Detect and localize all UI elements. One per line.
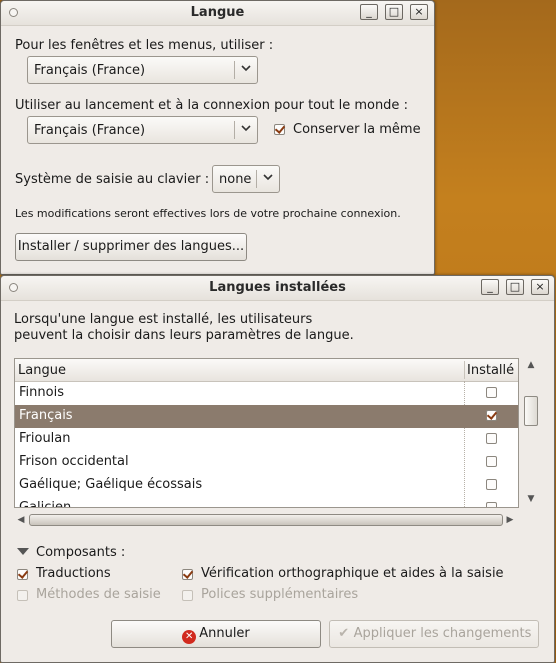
cancel-button-label: Annuler [199, 626, 250, 641]
expander-arrow-icon[interactable] [17, 548, 29, 555]
input-methods-label: Méthodes de saisie [36, 587, 161, 602]
column-header-installed[interactable]: Installé [467, 363, 514, 378]
components-expander-label[interactable]: Composants : [36, 545, 125, 560]
language-name: Frison occidental [19, 454, 129, 469]
chevron-down-icon [263, 174, 273, 181]
startup-language-combo[interactable]: Français (France) [27, 116, 258, 144]
menu-language-label: Pour les fenêtres et les menus, utiliser… [15, 38, 274, 53]
checkmark-icon: ✔ [338, 626, 350, 641]
language-name: Gaélique; Gaélique écossais [19, 477, 203, 492]
menu-language-combo[interactable]: Français (France) [27, 56, 258, 84]
table-row[interactable]: Français [15, 405, 518, 428]
vertical-scrollbar[interactable]: ▲ ▼ [523, 358, 540, 508]
input-methods-checkbox[interactable] [17, 590, 28, 601]
startup-language-label: Utiliser au lancement et à la connexion … [15, 98, 408, 113]
language-window-titlebar[interactable]: Langue _ □ × [1, 1, 434, 26]
language-name: Finnois [19, 385, 64, 400]
language-window: Langue _ □ × Pour les fenêtres et les me… [0, 0, 435, 275]
table-row[interactable]: Frioulan [15, 428, 518, 451]
translations-label[interactable]: Traductions [36, 566, 111, 581]
installed-checkbox[interactable] [486, 502, 497, 507]
vertical-scroll-thumb[interactable] [524, 396, 538, 426]
apply-changes-button[interactable]: ✔ Appliquer les changements [329, 620, 539, 648]
startup-language-value: Français (France) [34, 123, 146, 138]
input-system-label: Système de saisie au clavier : [15, 172, 210, 187]
chevron-down-icon [241, 65, 251, 72]
close-button[interactable]: × [410, 4, 428, 20]
installed-checkbox[interactable] [486, 387, 497, 398]
installed-checkbox[interactable] [486, 410, 497, 421]
horizontal-scroll-thumb[interactable] [29, 514, 503, 526]
scroll-up-arrow-icon[interactable]: ▲ [526, 360, 536, 370]
menu-language-value: Français (France) [34, 63, 146, 78]
spellcheck-label[interactable]: Vérification orthographique et aides à l… [201, 566, 504, 581]
chevron-down-icon [241, 125, 251, 132]
table-header: Langue Installé [15, 359, 518, 382]
table-row[interactable]: Gaélique; Gaélique écossais [15, 474, 518, 497]
installed-checkbox[interactable] [486, 479, 497, 490]
language-name: Galicien [19, 500, 72, 508]
apply-button-label: Appliquer les changements [353, 626, 532, 641]
extra-fonts-label: Polices supplémentaires [201, 587, 359, 602]
description-line-1: Lorsqu'une langue est installé, les util… [14, 312, 313, 327]
installed-checkbox[interactable] [486, 433, 497, 444]
keep-same-label[interactable]: Conserver la même [293, 122, 421, 137]
input-system-combo[interactable]: none [212, 165, 280, 193]
table-row[interactable]: Galicien [15, 497, 518, 508]
scroll-right-arrow-icon[interactable]: ▶ [505, 515, 515, 525]
restart-notice: Les modifications seront effectives lors… [15, 207, 401, 220]
installed-checkbox[interactable] [486, 456, 497, 467]
close-button[interactable]: × [531, 279, 549, 295]
table-row[interactable]: Frison occidental [15, 451, 518, 474]
scroll-left-arrow-icon[interactable]: ◀ [16, 515, 26, 525]
description-line-2: peuvent la choisir dans leurs paramètres… [14, 328, 354, 343]
maximize-button[interactable]: □ [385, 4, 403, 20]
language-name: Frioulan [19, 431, 71, 446]
window-title: Langues installées [209, 280, 346, 295]
language-name: Français [19, 408, 73, 423]
column-header-language[interactable]: Langue [18, 363, 66, 378]
maximize-button[interactable]: □ [506, 279, 524, 295]
keep-same-checkbox[interactable] [274, 124, 285, 135]
minimize-button[interactable]: _ [360, 4, 378, 20]
spellcheck-checkbox[interactable] [182, 569, 193, 580]
minimize-button[interactable]: _ [481, 279, 499, 295]
cancel-icon: ✕ [182, 630, 197, 644]
scroll-down-arrow-icon[interactable]: ▼ [526, 494, 536, 504]
cancel-button[interactable]: ✕ Annuler [111, 620, 321, 648]
input-system-value: none [219, 172, 252, 187]
horizontal-scrollbar[interactable]: ◀ ▶ [14, 512, 519, 528]
languages-table[interactable]: Langue Installé Finnois Français Frioulan F… [14, 358, 519, 508]
extra-fonts-checkbox[interactable] [182, 590, 193, 601]
translations-checkbox[interactable] [17, 569, 28, 580]
installed-languages-titlebar[interactable]: Langues installées _ □ × [1, 276, 554, 301]
table-row[interactable]: Finnois [15, 382, 518, 405]
install-remove-languages-button[interactable]: Installer / supprimer des langues... [15, 233, 247, 261]
